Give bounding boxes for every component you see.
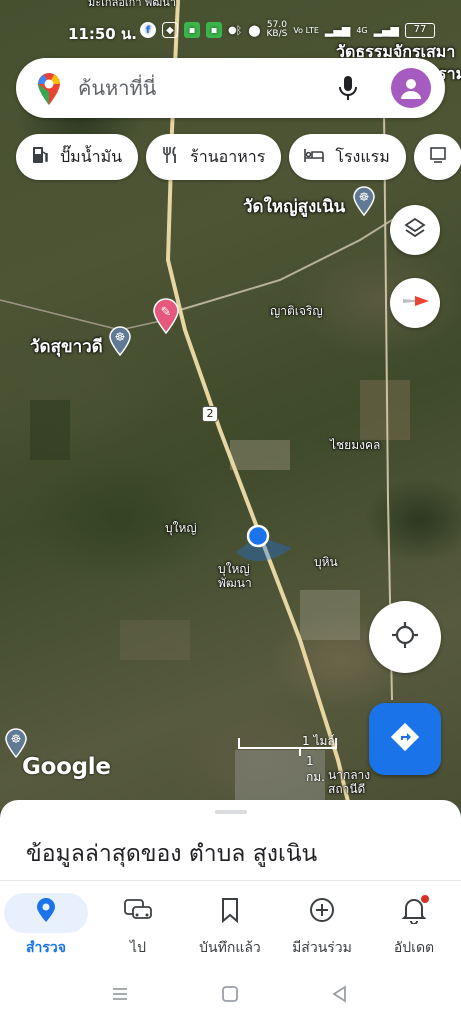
volte-badge: Vo LTE xyxy=(293,25,319,35)
signal-2-icon: ▂▄▆ xyxy=(373,23,399,37)
directions-icon xyxy=(390,722,420,756)
line-app-icon: ▪ xyxy=(184,22,200,38)
map-label-yat-charoen: ญาติเจริญ xyxy=(270,304,323,318)
category-chips: ปั๊มน้ำมัน ร้านอาหาร โรงแรม xyxy=(16,134,461,180)
chat-app-icon: ▪ xyxy=(206,22,222,38)
location-icon: ⬤ xyxy=(248,23,261,37)
explore-pin-icon xyxy=(35,897,57,927)
shield-icon: ◆ xyxy=(162,22,178,38)
scale-miles: 1 ไมล์ xyxy=(302,734,335,748)
map-label-bu-yai-phatthana: บุใหญ่ พัฒนา xyxy=(218,562,252,590)
commute-car-icon xyxy=(122,897,154,927)
chip-label: ร้านอาหาร xyxy=(190,146,266,166)
restaurant-icon xyxy=(160,145,180,169)
shopping-icon xyxy=(428,145,448,169)
gas-station-icon xyxy=(30,145,50,169)
search-input[interactable] xyxy=(78,72,318,104)
chip-more[interactable] xyxy=(413,134,461,180)
compass-icon xyxy=(399,285,431,321)
nav-explore[interactable]: สำรวจ xyxy=(0,891,92,961)
nav-go[interactable]: ไป xyxy=(92,891,184,961)
chip-hotel[interactable]: โรงแรม xyxy=(289,134,406,180)
bookmark-icon xyxy=(220,897,240,927)
bell-icon xyxy=(401,895,429,928)
drag-handle[interactable] xyxy=(215,810,247,814)
svg-text:☸: ☸ xyxy=(11,732,22,746)
home-button[interactable] xyxy=(220,984,240,1008)
bottom-sheet[interactable]: ข้อมูลล่าสุดของ ตำบล สูงเนิน xyxy=(0,800,461,890)
sheet-title: ข้อมูลล่าสุดของ ตำบล สูงเนิน xyxy=(26,841,318,867)
nav-contribute[interactable]: มีส่วนร่วม xyxy=(276,891,368,961)
nav-updates[interactable]: อัปเดต xyxy=(368,891,460,961)
nav-label: อัปเดต xyxy=(393,940,435,956)
battery-icon: 77 xyxy=(405,22,435,38)
signal-icon: ▂▄▆ xyxy=(324,23,351,37)
search-bar[interactable] xyxy=(16,58,445,118)
lte-badge: 4G xyxy=(356,25,368,35)
facebook-icon: f xyxy=(140,22,156,38)
map-label-temple-sung-noen[interactable]: วัดใหญ่สูงเนิน xyxy=(243,193,345,220)
my-location-button[interactable] xyxy=(369,601,441,673)
chip-restaurant[interactable]: ร้านอาหาร xyxy=(146,134,282,180)
microphone-icon[interactable] xyxy=(337,74,359,106)
map-label-temple-sukhawadee[interactable]: วัดสุขาวดี xyxy=(30,333,103,360)
layers-icon xyxy=(403,216,427,244)
route-shield: 2 xyxy=(202,406,218,422)
nav-label: มีส่วนร่วม xyxy=(292,940,352,956)
map-scale: 1 ไมล์ 1 กม. xyxy=(238,732,336,784)
net-speed-unit: KB/S xyxy=(266,29,288,39)
recents-button[interactable] xyxy=(110,984,130,1008)
google-maps-pin-icon xyxy=(36,72,62,110)
scale-km: 1 กม. xyxy=(306,754,325,784)
map-roads-layer xyxy=(0,0,410,810)
layers-button[interactable] xyxy=(390,205,440,255)
map-label-bu-hin: บุหิน xyxy=(314,555,338,569)
network-speed: 57.0 KB/S xyxy=(267,21,288,39)
svg-text:☸: ☸ xyxy=(359,190,370,204)
svg-text:✎: ✎ xyxy=(161,305,172,320)
bottom-navigation: สำรวจ ไป บันทึกแล้ว มีส่วนร่วม อัปเดต xyxy=(0,880,461,966)
nav-label: สำรวจ xyxy=(26,940,66,956)
bluetooth-icon: ᛒ xyxy=(235,23,243,37)
directions-button[interactable] xyxy=(369,703,441,775)
chip-label: โรงแรม xyxy=(335,146,390,166)
chip-gas-station[interactable]: ปั๊มน้ำมัน xyxy=(16,134,139,180)
status-bar: 11:50 น. f ◆ ▪ ▪ ● ᛒ ⬤ 57.0 KB/S Vo LTE ▂… xyxy=(0,0,461,58)
map-label-bu-yai: บุใหญ่ xyxy=(165,521,197,535)
satellite-map[interactable]: มะเกลือเก่า พัฒนา วัดธรรมจักรเสมา ราม วั… xyxy=(0,0,461,810)
status-time: 11:50 น. xyxy=(68,25,137,43)
notification-icons: f ◆ ▪ ▪ ● xyxy=(140,22,237,38)
avatar[interactable] xyxy=(391,68,431,108)
map-label-chai-mongkhon: ไชยมงคล xyxy=(330,438,381,452)
svg-text:☸: ☸ xyxy=(115,330,126,344)
system-navigation-bar xyxy=(0,966,461,1024)
notification-dot xyxy=(421,895,429,903)
system-icons: ᛒ ⬤ 57.0 KB/S Vo LTE ▂▄▆ 4G ▂▄▆ 77 xyxy=(236,21,435,39)
chip-label: ปั๊มน้ำมัน xyxy=(60,146,123,166)
nav-label: ไป xyxy=(130,940,146,956)
crosshair-icon xyxy=(390,620,420,654)
back-button[interactable] xyxy=(330,984,350,1008)
google-logo: Google xyxy=(22,754,111,780)
nav-label: บันทึกแล้ว xyxy=(199,940,261,956)
nav-saved[interactable]: บันทึกแล้ว xyxy=(184,891,276,961)
compass-button[interactable] xyxy=(390,278,440,328)
add-circle-icon xyxy=(308,896,336,928)
hotel-icon xyxy=(303,145,325,169)
